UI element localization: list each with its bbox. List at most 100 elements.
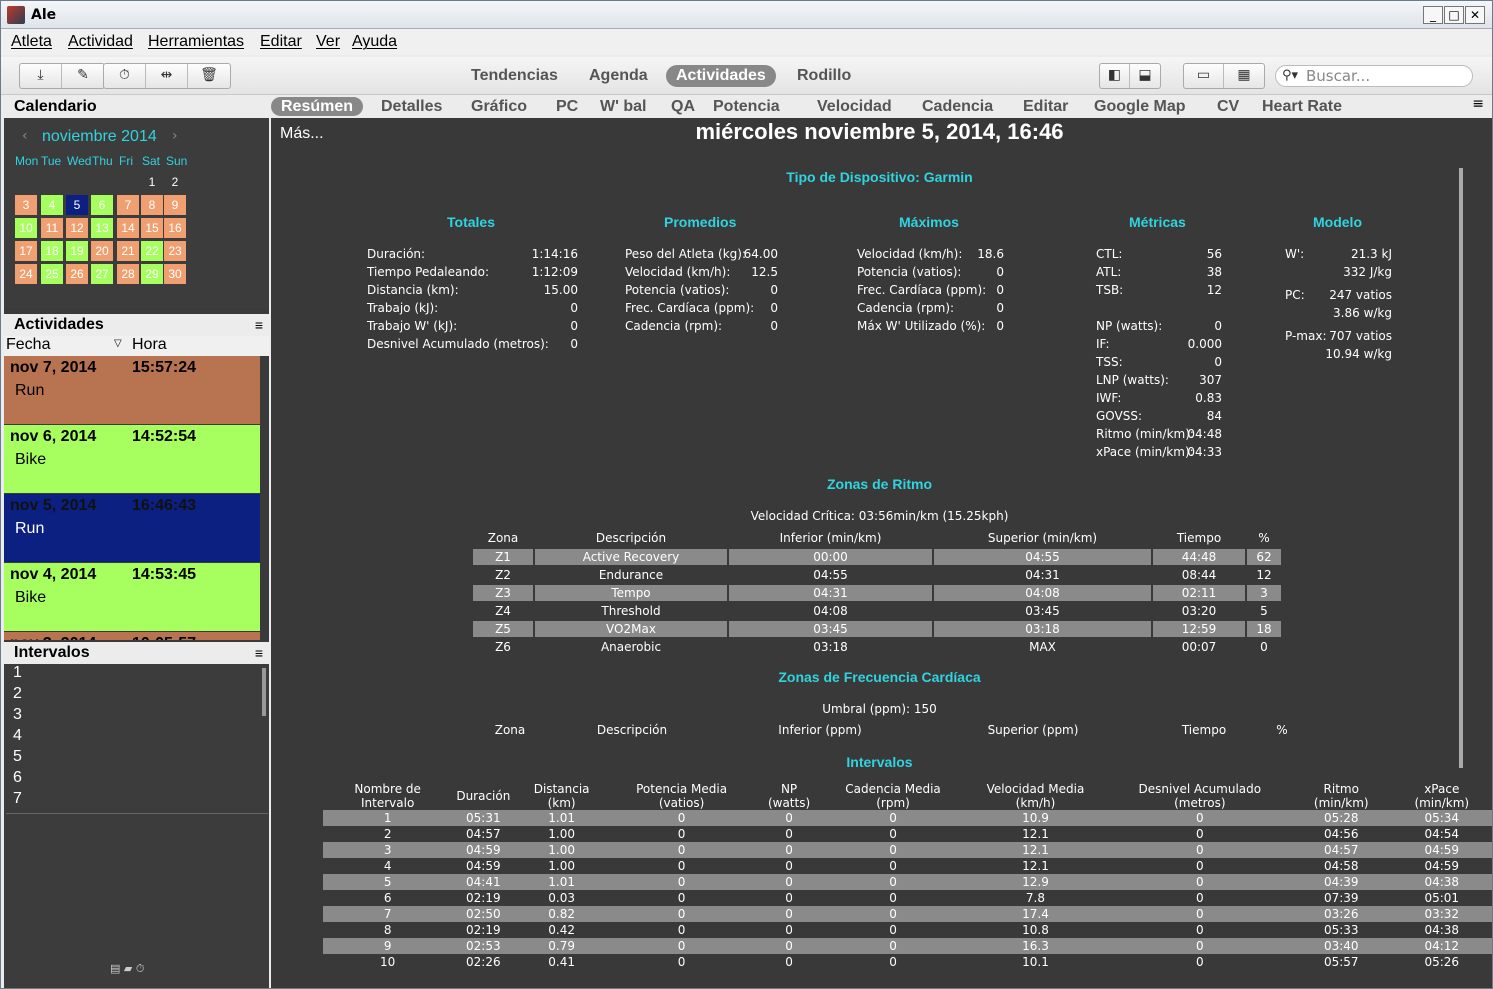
calendar-day[interactable]: 4 <box>41 195 63 215</box>
calendar-day[interactable]: 3 <box>15 195 37 215</box>
calendar-day[interactable]: 6 <box>91 195 113 215</box>
interval-item[interactable]: 7 <box>6 790 268 811</box>
single-view-icon[interactable]: ▭ <box>1184 64 1224 88</box>
maximize-button[interactable]: □ <box>1444 6 1464 24</box>
tab-actividades[interactable]: Actividades <box>666 65 776 87</box>
calendar-day[interactable]: 18 <box>41 241 63 261</box>
activity-row[interactable]: nov 6, 2014 14:52:54 Bike <box>4 425 260 493</box>
calendar-day[interactable]: 21 <box>117 241 139 261</box>
tab-agenda[interactable]: Agenda <box>579 65 658 87</box>
calendar-day[interactable]: 17 <box>15 241 37 261</box>
sort-down-icon[interactable]: ▽ <box>114 338 122 349</box>
calendar-day[interactable]: 22 <box>141 241 163 261</box>
calendar-day[interactable]: 24 <box>15 264 37 284</box>
interval-row[interactable]: 2 04:57 1.00 0 0 0 12.1 0 04:56 04:54 <box>323 826 1492 842</box>
tab-rodillo[interactable]: Rodillo <box>787 65 861 87</box>
sidebar-toggle-icon[interactable]: ◧ <box>1100 64 1130 88</box>
search-input[interactable]: ⚲▾ Buscar... <box>1275 65 1473 87</box>
calendar-day[interactable]: 27 <box>91 264 113 284</box>
menu-herramientas[interactable]: Herramientas <box>148 33 244 51</box>
calendar-day[interactable]: 16 <box>164 218 186 238</box>
calendar-day[interactable]: 23 <box>164 241 186 261</box>
calendar-day[interactable]: 13 <box>91 218 113 238</box>
subtabs-menu-icon[interactable]: ≡ <box>1472 96 1484 112</box>
subtab-gr-fico[interactable]: Gráfico <box>461 97 537 116</box>
interval-item[interactable]: 4 <box>6 727 268 748</box>
menu-ver[interactable]: Ver <box>316 33 340 51</box>
calendar-day[interactable]: 1 <box>141 172 163 192</box>
bottombar-toggle-icon[interactable]: ⬓ <box>1130 64 1160 88</box>
calendar-day[interactable]: 20 <box>91 241 113 261</box>
interval-row[interactable]: 6 02:19 0.03 0 0 0 7.8 0 07:39 05:01 <box>323 890 1492 906</box>
subtab-pc[interactable]: PC <box>546 97 588 116</box>
stopwatch-icon[interactable]: ⏱ <box>104 64 146 88</box>
calendar-day[interactable]: 12 <box>66 218 88 238</box>
interval-row[interactable]: 9 02:53 0.79 0 0 0 16.3 0 03:40 04:12 <box>323 938 1492 954</box>
col-fecha[interactable]: Fecha <box>6 336 50 354</box>
minimize-button[interactable]: _ <box>1423 6 1443 24</box>
subtab-detalles[interactable]: Detalles <box>371 97 452 116</box>
subtab-res-men[interactable]: Resúmen <box>271 97 364 116</box>
summary-scrollbar[interactable] <box>1459 168 1463 768</box>
menu-ayuda[interactable]: Ayuda <box>352 33 397 51</box>
activity-row[interactable]: nov 3, 2014 10:05:57 <box>4 632 260 640</box>
calendar-day[interactable]: 5 <box>66 195 88 215</box>
tab-tendencias[interactable]: Tendencias <box>461 65 568 87</box>
calendar-day[interactable]: 10 <box>15 218 37 238</box>
calendar-day[interactable]: 25 <box>41 264 63 284</box>
delete-icon[interactable]: 🗑 <box>188 64 230 88</box>
subtab-potencia[interactable]: Potencia <box>703 97 790 116</box>
menu-atleta[interactable]: Atleta <box>11 33 52 51</box>
subtab-heart-rate[interactable]: Heart Rate <box>1252 97 1352 116</box>
activity-row[interactable]: nov 5, 2014 16:46:43 Run <box>4 494 260 562</box>
activities-menu-icon[interactable]: ≡ <box>255 314 263 336</box>
calendar-day[interactable]: 26 <box>66 264 88 284</box>
interval-item[interactable]: 3 <box>6 706 268 727</box>
intervals-scrollbar[interactable] <box>262 668 266 716</box>
menu-editar[interactable]: Editar <box>260 33 302 51</box>
subtab-qa[interactable]: QA <box>661 97 705 116</box>
calendar-day[interactable]: 9 <box>164 195 186 215</box>
interval-row[interactable]: 7 02:50 0.82 0 0 0 17.4 0 03:26 03:32 <box>323 906 1492 922</box>
col-hora[interactable]: Hora <box>132 336 167 354</box>
interval-row[interactable]: 5 04:41 1.01 0 0 0 12.9 0 04:39 04:38 <box>323 874 1492 890</box>
interval-item[interactable]: 2 <box>6 685 268 706</box>
calendar-day[interactable]: 7 <box>117 195 139 215</box>
menu-actividad[interactable]: Actividad <box>68 33 133 51</box>
activity-row[interactable]: nov 7, 2014 15:57:24 Run <box>4 356 260 424</box>
calendar-day[interactable]: 30 <box>164 264 186 284</box>
interval-item[interactable]: 6 <box>6 769 268 790</box>
calendar-day[interactable]: 8 <box>141 195 163 215</box>
interval-row[interactable]: 8 02:19 0.42 0 0 0 10.8 0 05:33 04:38 <box>323 922 1492 938</box>
calendar-icon[interactable]: ▤ <box>110 962 120 975</box>
folder-icon[interactable]: ▰ <box>124 962 132 975</box>
tile-view-icon[interactable]: ▦ <box>1224 64 1264 88</box>
download-icon[interactable]: ⤓ <box>20 64 62 88</box>
subtab-google-map[interactable]: Google Map <box>1084 97 1196 116</box>
interval-row[interactable]: 4 04:59 1.00 0 0 0 12.1 0 04:58 04:59 <box>323 858 1492 874</box>
calendar-day[interactable]: 2 <box>164 172 186 192</box>
close-button[interactable]: ✕ <box>1465 6 1485 24</box>
subtab-w-bal[interactable]: W' bal <box>590 97 656 116</box>
subtab-velocidad[interactable]: Velocidad <box>807 97 902 116</box>
next-month-icon[interactable]: › <box>172 128 178 144</box>
intervals-menu-icon[interactable]: ≡ <box>255 642 263 664</box>
calendar-day[interactable]: 19 <box>66 241 88 261</box>
prev-month-icon[interactable]: ‹ <box>22 128 28 144</box>
calendar-day[interactable]: 29 <box>141 264 163 284</box>
interval-row[interactable]: 1 05:31 1.01 0 0 0 10.9 0 05:28 05:34 <box>323 810 1492 826</box>
interval-item[interactable]: 1 <box>6 664 268 685</box>
split-icon[interactable]: ⇹ <box>146 64 188 88</box>
subtab-cv[interactable]: CV <box>1207 97 1249 116</box>
calendar-day[interactable]: 28 <box>117 264 139 284</box>
calendar-day[interactable]: 14 <box>117 218 139 238</box>
interval-row[interactable]: 10 02:26 0.41 0 0 0 10.1 0 05:57 05:26 <box>323 954 1492 970</box>
edit-icon[interactable]: ✎ <box>62 64 104 88</box>
subtab-editar[interactable]: Editar <box>1013 97 1078 116</box>
calendar-day[interactable]: 15 <box>141 218 163 238</box>
activity-row[interactable]: nov 4, 2014 14:53:45 Bike <box>4 563 260 631</box>
interval-row[interactable]: 3 04:59 1.00 0 0 0 12.1 0 04:57 04:59 <box>323 842 1492 858</box>
timer-icon[interactable]: ⏱ <box>136 962 145 975</box>
interval-item[interactable]: 5 <box>6 748 268 769</box>
calendar-day[interactable]: 11 <box>41 218 63 238</box>
